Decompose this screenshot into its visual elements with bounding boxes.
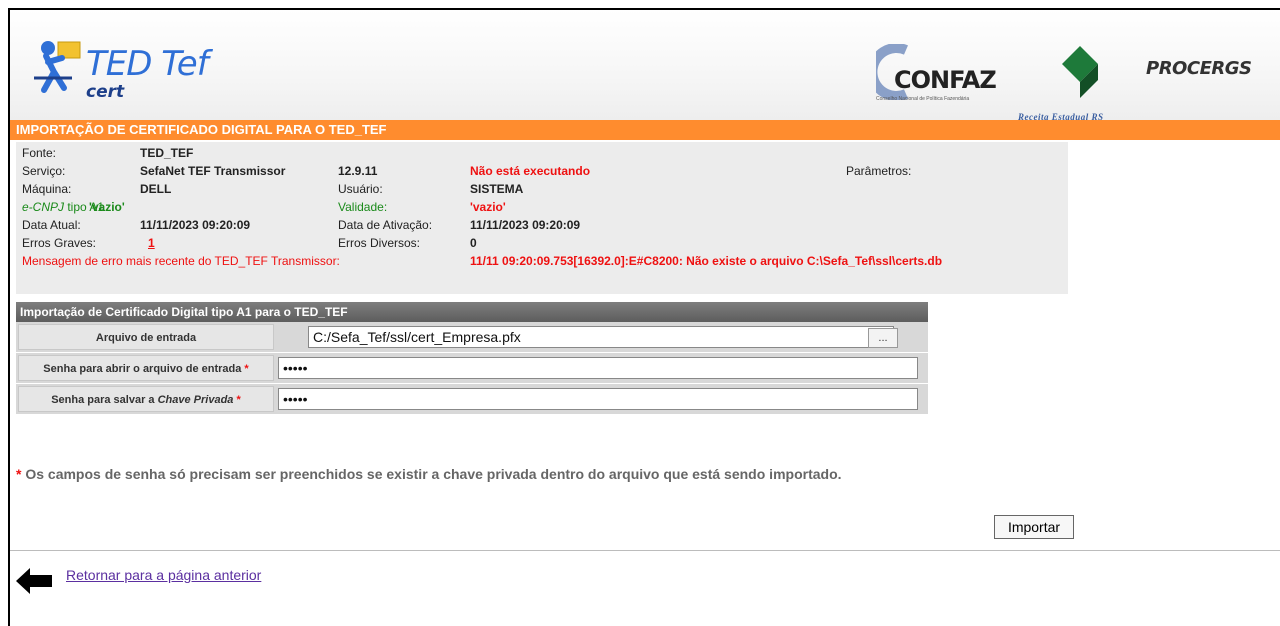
usuario-label: Usuário: (338, 182, 383, 196)
senha-salvar-input[interactable]: ••••• (278, 388, 918, 410)
data-atual-label: Data Atual: (22, 218, 81, 232)
erros-diversos-label: Erros Diversos: (338, 236, 421, 250)
senha-abrir-input[interactable]: ••••• (278, 357, 918, 379)
validade-label: Validade: (338, 200, 388, 214)
arquivo-row: Arquivo de entrada C:/Sefa_Tef/ssl/cert_… (16, 322, 928, 352)
senha-abrir-label: Senha para abrir o arquivo de entrada * (18, 355, 274, 381)
procergs-logo: PROCERGS (1146, 58, 1252, 79)
senha-abrir-row: Senha para abrir o arquivo de entrada * … (16, 353, 928, 383)
confaz-logo: CONFAZ Conselho Nacional de Política Faz… (876, 44, 1026, 108)
arquivo-label: Arquivo de entrada (18, 324, 274, 350)
senha-salvar-label: Senha para salvar a Chave Privada * (18, 386, 274, 412)
parametros-label: Parâmetros: (846, 164, 912, 178)
back-link[interactable]: Retornar para a página anterior (66, 567, 261, 583)
fonte-value: TED_TEF (140, 146, 194, 160)
password-note: * Os campos de senha só precisam ser pre… (16, 466, 842, 482)
erros-graves-label: Erros Graves: (22, 236, 97, 250)
msg-erro-label: Mensagem de erro mais recente do TED_TEF… (22, 254, 340, 268)
ecnpj-value: 'vazio' (89, 200, 125, 214)
servico-status: Não está executando (470, 164, 591, 178)
runner-icon (34, 41, 81, 93)
status-panel: Fonte: TED_TEF Serviço: SefaNet TEF Tran… (16, 142, 1068, 294)
receita-logo: Receita Estadual RS (1018, 46, 1138, 122)
page-title: IMPORTAÇÃO DE CERTIFICADO DIGITAL PARA O… (10, 120, 1280, 140)
data-ativacao-value: 11/11/2023 09:20:09 (470, 218, 581, 232)
servico-version: 12.9.11 (338, 164, 378, 178)
erros-diversos-value: 0 (470, 236, 477, 250)
maquina-value: DELL (140, 182, 172, 196)
importar-button[interactable]: Importar (994, 515, 1074, 539)
validade-value: 'vazio' (470, 200, 506, 214)
receita-emblem-icon (1062, 46, 1098, 98)
usuario-value: SISTEMA (470, 182, 524, 196)
senha-salvar-row: Senha para salvar a Chave Privada * ••••… (16, 384, 928, 414)
arquivo-input[interactable]: C:/Sefa_Tef/ssl/cert_Empresa.pfx (308, 326, 894, 348)
servico-value: SefaNet TEF Transmissor (140, 164, 286, 178)
divider (10, 550, 1280, 551)
data-ativacao-label: Data de Ativação: (338, 218, 433, 232)
confaz-subtext: Conselho Nacional de Política Fazendária (876, 96, 970, 102)
back-arrow-icon[interactable] (14, 566, 54, 599)
erros-graves-link[interactable]: 1 (148, 236, 155, 250)
logo-subtitle: cert (86, 82, 125, 102)
msg-erro-value: 11/11 09:20:09.753[16392.0]:E#C8200: Não… (470, 254, 943, 268)
header: TED Tef cert CONFAZ Conselho Nacional de… (10, 10, 1280, 122)
maquina-label: Máquina: (22, 182, 72, 196)
ted-tef-logo: TED Tef cert (32, 36, 212, 106)
import-form-title: Importação de Certificado Digital tipo A… (16, 302, 928, 322)
page-frame: TED Tef cert CONFAZ Conselho Nacional de… (8, 8, 1280, 626)
browse-button[interactable]: ... (868, 328, 898, 348)
fonte-label: Fonte: (22, 146, 57, 160)
servico-label: Serviço: (22, 164, 66, 178)
logo-title: TED Tef (86, 44, 209, 84)
data-atual-value: 11/11/2023 09:20:09 (140, 218, 251, 232)
import-form: Importação de Certificado Digital tipo A… (16, 302, 928, 435)
confaz-text: CONFAZ (894, 66, 997, 94)
